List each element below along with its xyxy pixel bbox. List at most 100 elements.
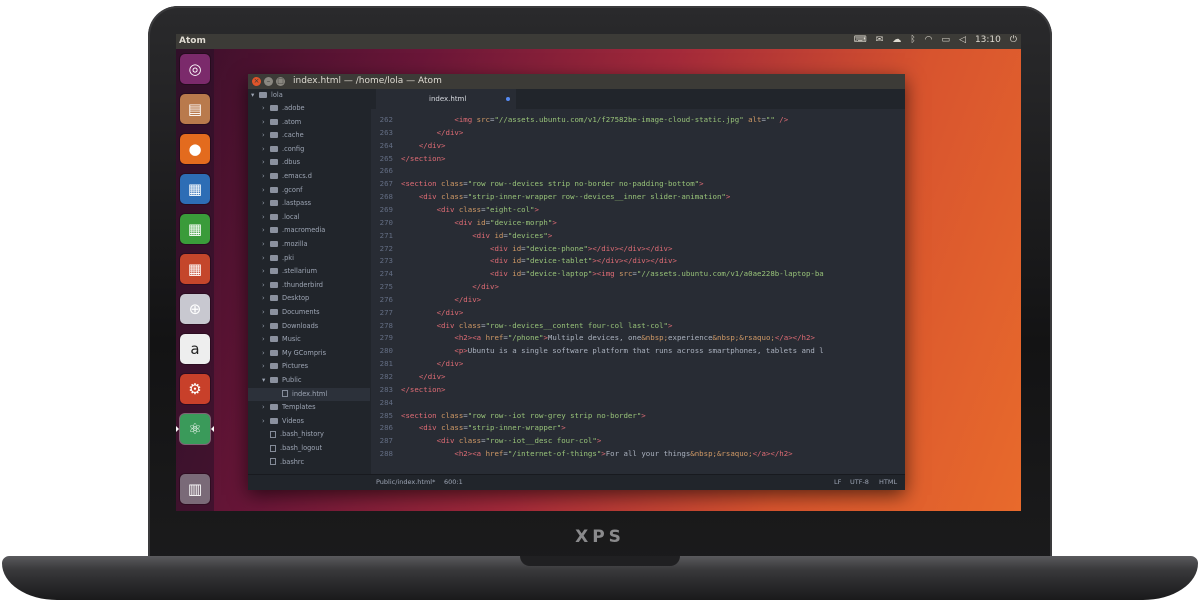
- line-number: 285: [379, 410, 393, 420]
- tree-item[interactable]: › .lastpass: [248, 197, 370, 210]
- code-line[interactable]: 280 <p>Ubuntu is a single software platf…: [371, 344, 905, 357]
- code-line[interactable]: 277 </div>: [371, 306, 905, 319]
- status-grammar[interactable]: HTML: [879, 478, 897, 486]
- status-encoding[interactable]: UTF-8: [850, 478, 869, 486]
- cloud-icon[interactable]: ☁: [892, 35, 901, 45]
- code-line[interactable]: 265 </section>: [371, 152, 905, 165]
- code-line[interactable]: 283 </section>: [371, 383, 905, 396]
- clock[interactable]: 13:10: [975, 35, 1001, 45]
- tree-item[interactable]: › .emacs.d: [248, 170, 370, 183]
- code-line[interactable]: 286 <div class="strip-inner-wrapper">: [371, 421, 905, 434]
- code-line[interactable]: 275 </div>: [371, 280, 905, 293]
- tree-item[interactable]: .bash_history: [248, 428, 370, 441]
- atom-window: × – □ index.html — /home/lola — Atom ▾ lo…: [248, 74, 905, 490]
- tree-item[interactable]: .bash_logout: [248, 442, 370, 455]
- firefox-icon[interactable]: ●: [180, 134, 210, 164]
- chevron-right-icon: ›: [262, 185, 265, 194]
- code-line[interactable]: 263 </div>: [371, 126, 905, 139]
- code-line[interactable]: 284: [371, 396, 905, 409]
- code-line[interactable]: 278 <div class="row--devices__content fo…: [371, 319, 905, 332]
- code-line[interactable]: 266: [371, 164, 905, 177]
- tree-item[interactable]: › .atom: [248, 116, 370, 129]
- writer-icon[interactable]: ▦: [180, 174, 210, 204]
- code-line[interactable]: 282 </div>: [371, 370, 905, 383]
- tree-item[interactable]: › Desktop: [248, 292, 370, 305]
- tree-item-label: .thunderbird: [282, 280, 323, 289]
- tree-item[interactable]: › .config: [248, 143, 370, 156]
- code-line[interactable]: 271 <div id="devices">: [371, 229, 905, 242]
- bluetooth-icon[interactable]: ᛒ: [910, 35, 915, 45]
- line-number: 274: [379, 269, 393, 279]
- battery-icon[interactable]: ▭: [942, 35, 951, 45]
- system-settings-icon[interactable]: ⚙: [180, 374, 210, 404]
- keyboard-icon[interactable]: ⌨: [854, 35, 867, 45]
- tree-item[interactable]: › .adobe: [248, 102, 370, 115]
- atom-icon[interactable]: ⚛: [180, 414, 210, 444]
- power-icon[interactable]: ⏻: [1010, 35, 1017, 45]
- code-line[interactable]: 276 </div>: [371, 293, 905, 306]
- code-line[interactable]: 264 </div>: [371, 139, 905, 152]
- code-line[interactable]: 267 <section class="row row--devices stri…: [371, 177, 905, 190]
- tree-item[interactable]: › .gconf: [248, 184, 370, 197]
- chevron-right-icon: ›: [262, 253, 265, 262]
- amazon-icon[interactable]: a: [180, 334, 210, 364]
- tree-item[interactable]: › Documents: [248, 306, 370, 319]
- code-line[interactable]: 268 <div class="strip-inner-wrapper row-…: [371, 190, 905, 203]
- code-area[interactable]: 262 <img src="//assets.ubuntu.com/v1/f27…: [371, 109, 905, 474]
- tree-item[interactable]: › .mozilla: [248, 238, 370, 251]
- tree-item[interactable]: › .local: [248, 211, 370, 224]
- mail-icon[interactable]: ✉: [876, 35, 884, 45]
- line-number: 283: [379, 384, 393, 394]
- maximize-icon[interactable]: □: [276, 77, 285, 86]
- volume-icon[interactable]: ◁: [959, 35, 966, 45]
- chevron-right-icon: ›: [262, 172, 265, 180]
- code-line[interactable]: 269 <div class="eight-col">: [371, 203, 905, 216]
- tree-item[interactable]: index.html: [248, 387, 370, 401]
- code-line[interactable]: 279 <h2><a href="/phone">Multiple device…: [371, 331, 905, 344]
- chevron-down-icon: ▾: [251, 91, 255, 99]
- line-number: 279: [379, 333, 393, 343]
- tree-item[interactable]: › Music: [248, 333, 370, 346]
- code-line[interactable]: 272 <div id="device-phone"></div></div><…: [371, 242, 905, 255]
- tree-item[interactable]: › Pictures: [248, 360, 370, 373]
- code-line[interactable]: 262 <img src="//assets.ubuntu.com/v1/f27…: [371, 113, 905, 126]
- files-icon[interactable]: ▤: [180, 94, 210, 124]
- code-line[interactable]: 287 <div class="row--iot__desc four-col"…: [371, 434, 905, 447]
- tree-item[interactable]: › Videos: [248, 415, 370, 428]
- chevron-right-icon: ›: [262, 403, 265, 412]
- trash-icon[interactable]: ▥: [180, 474, 210, 504]
- tree-item[interactable]: › Downloads: [248, 320, 370, 333]
- laptop-hinge: [520, 556, 680, 566]
- tree-item[interactable]: › .thunderbird: [248, 279, 370, 292]
- status-line-ending[interactable]: LF: [834, 478, 841, 486]
- tree-item[interactable]: › .pki: [248, 252, 370, 265]
- close-icon[interactable]: ×: [252, 77, 261, 86]
- ubuntu-dash-icon[interactable]: ◎: [180, 54, 210, 84]
- tree-item[interactable]: .bashrc: [248, 456, 370, 469]
- code-line[interactable]: 270 <div id="device-morph">: [371, 216, 905, 229]
- code-line[interactable]: 273 <div id="device-tablet"></div></div>…: [371, 254, 905, 267]
- tree-item[interactable]: › My GCompris: [248, 347, 370, 360]
- tree-item[interactable]: ▾ Public: [248, 374, 370, 387]
- tree-item[interactable]: › .cache: [248, 129, 370, 142]
- calc-icon[interactable]: ▦: [180, 214, 210, 244]
- software-center-icon[interactable]: ⊕: [180, 294, 210, 324]
- code-line[interactable]: 281 </div>: [371, 357, 905, 370]
- tree-root[interactable]: ▾ lola: [248, 89, 370, 102]
- status-cursor-position[interactable]: 600:1: [444, 478, 463, 486]
- tree-item-label: .local: [282, 212, 300, 221]
- tree-item[interactable]: › .stellarium: [248, 265, 370, 278]
- impress-icon[interactable]: ▦: [180, 254, 210, 284]
- folder-icon: [270, 363, 278, 370]
- desktop-screen: Atom ⌨ ✉ ☁ ᛒ ◠ ▭ ◁ 13:10 ⏻ ◎ ▤ ● ▦ ▦ ▦ ⊕ a ⚙ ⚛ ▥ ×…: [176, 34, 1021, 511]
- status-file-path[interactable]: Public/index.html*: [376, 478, 435, 486]
- code-line[interactable]: 274 <div id="device-laptop"><img src="//…: [371, 267, 905, 280]
- minimize-icon[interactable]: –: [264, 77, 273, 86]
- code-line[interactable]: 288 <h2><a href="/internet-of-things">Fo…: [371, 447, 905, 460]
- tab-index-html[interactable]: index.html: [376, 89, 516, 109]
- tree-item[interactable]: › .dbus: [248, 156, 370, 169]
- code-line[interactable]: 285 <section class="row row--iot row-grey…: [371, 409, 905, 422]
- tree-item[interactable]: › .macromedia: [248, 224, 370, 237]
- wifi-icon[interactable]: ◠: [925, 35, 933, 45]
- tree-item[interactable]: › Templates: [248, 401, 370, 414]
